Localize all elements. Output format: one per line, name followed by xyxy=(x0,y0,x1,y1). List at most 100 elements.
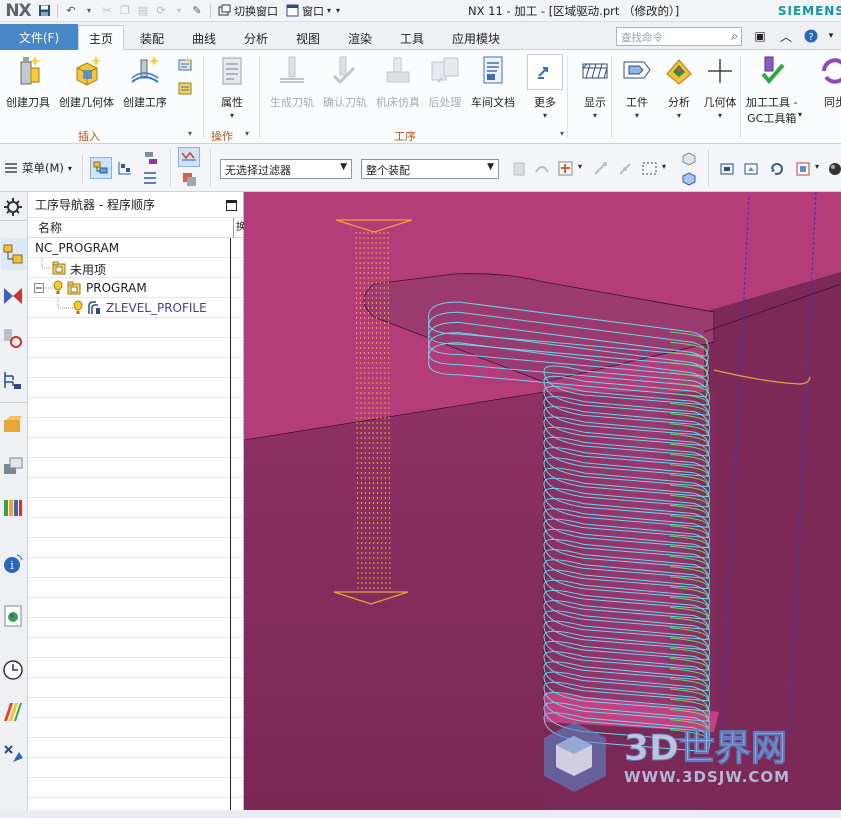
properties-button[interactable]: 属性 ▾ xyxy=(215,54,249,120)
part-model-view[interactable]: 3D世界网 WWW.3DSJW.COM xyxy=(244,192,841,810)
save-icon[interactable] xyxy=(36,3,52,19)
resource-bar-settings-icon[interactable] xyxy=(1,195,25,219)
workpiece-button[interactable]: 工件 ▾ xyxy=(620,54,654,120)
render-style-icon[interactable] xyxy=(826,160,841,178)
rotate-icon[interactable] xyxy=(768,160,786,178)
machine-tool-navigator-icon[interactable] xyxy=(1,284,25,308)
shop-documentation-button[interactable]: 车间文档 xyxy=(471,54,515,110)
tab-assembly[interactable]: 装配 xyxy=(130,26,174,50)
zoom-icon[interactable] xyxy=(743,160,761,178)
geometry-dropdown-icon[interactable]: ▾ xyxy=(718,111,722,120)
switch-window-button[interactable]: 切换窗口 xyxy=(218,3,278,19)
help-icon[interactable]: ? xyxy=(803,27,819,45)
select-method-dropdown-icon[interactable]: ▾ xyxy=(662,162,666,171)
nx-logo: NX xyxy=(5,0,31,21)
undo-icon[interactable]: ↶ xyxy=(63,3,79,19)
analysis-dropdown-icon[interactable]: ▾ xyxy=(677,111,681,120)
display-button[interactable]: 显示 ▾ xyxy=(578,54,612,120)
sync-button[interactable]: 同步 xyxy=(818,54,841,110)
reuse-library-icon[interactable] xyxy=(1,412,25,436)
navigator-tree: NC_PROGRAM 未用项 PROGRAM ZLEVEL_PROFILE xyxy=(28,238,243,818)
selection-scope-select[interactable]: 整个装配 ▼ xyxy=(361,159,499,179)
command-search-input[interactable]: 查找命令 ⌕ xyxy=(616,27,742,46)
snap-point-icon[interactable] xyxy=(557,160,575,178)
info-icon[interactable]: i xyxy=(1,552,25,576)
tab-analysis[interactable]: 分析 xyxy=(234,26,278,50)
touch-mode-icon[interactable]: ✎ xyxy=(189,3,205,19)
group-insert[interactable]: 插入 xyxy=(78,128,100,144)
tab-render[interactable]: 渲染 xyxy=(338,26,382,50)
create-method-icon[interactable] xyxy=(177,56,193,72)
minimize-ribbon-icon[interactable]: ︿ xyxy=(778,27,794,45)
title-bar: NX ↶ ▾ ✂ ❐ ▤ ⟳ ▾ ✎ 切换窗口 窗口 ▾ ▾ NX 11 - 加… xyxy=(0,0,841,22)
fit-view-icon[interactable] xyxy=(718,160,736,178)
history-icon[interactable] xyxy=(1,658,25,682)
tab-application[interactable]: 应用模块 xyxy=(442,26,510,50)
tree-row-program[interactable]: PROGRAM xyxy=(28,278,243,298)
tree-row-unused-items[interactable]: 未用项 xyxy=(28,258,243,278)
tab-view[interactable]: 视图 xyxy=(286,26,330,50)
group-insert-expand-icon[interactable]: ▾ xyxy=(188,129,192,138)
geometry-button[interactable]: 几何体 ▾ xyxy=(703,54,737,120)
snap-dropdown-icon[interactable]: ▾ xyxy=(578,162,582,171)
orient-view-icon[interactable] xyxy=(794,160,812,178)
web-browser-icon[interactable] xyxy=(1,604,25,628)
group-operations[interactable]: 操作 xyxy=(211,128,233,144)
machine-tool-view-icon[interactable] xyxy=(116,159,134,177)
create-geometry-button[interactable]: 创建几何体 xyxy=(59,54,114,110)
component-select-icon[interactable] xyxy=(680,170,698,188)
more-dropdown-icon[interactable]: ▾ xyxy=(543,111,547,120)
window-menu-button[interactable]: 窗口 ▾ ▾ xyxy=(286,3,340,19)
customize-icon[interactable]: ▾ xyxy=(336,6,340,15)
tool-display-icon[interactable] xyxy=(180,170,198,188)
watermark: 3D世界网 WWW.3DSJW.COM xyxy=(544,722,789,792)
postprocess-icon xyxy=(431,57,459,83)
graphics-window[interactable]: 3D世界网 WWW.3DSJW.COM xyxy=(244,192,841,810)
hd3d-tools-icon[interactable] xyxy=(1,454,25,478)
machining-feature-navigator-icon[interactable] xyxy=(1,326,25,350)
create-operation-icon xyxy=(131,56,160,83)
create-program-icon[interactable] xyxy=(177,80,193,96)
analysis-button[interactable]: 分析 ▾ xyxy=(662,54,696,120)
group-operation-expand-icon[interactable]: ▾ xyxy=(560,129,564,138)
body-select-icon[interactable] xyxy=(680,150,698,168)
machine-simulation-button: 机床仿真 xyxy=(376,54,420,110)
more-button[interactable]: 更多 ▾ xyxy=(527,54,563,120)
part-navigator-icon[interactable] xyxy=(1,368,25,392)
roles-library-icon[interactable] xyxy=(1,496,25,520)
create-operation-button[interactable]: 创建工序 xyxy=(123,54,167,110)
tab-file[interactable]: 文件(F) xyxy=(0,24,78,50)
system-materials-icon[interactable] xyxy=(1,700,25,724)
gc-toolbox-dropdown-icon[interactable]: ▾ xyxy=(798,110,802,119)
properties-icon xyxy=(222,57,242,85)
tree-row-zlevel-profile[interactable]: ZLEVEL_PROFILE xyxy=(28,298,243,318)
gc-toolbox-button[interactable]: 加工工具 - GC工具箱 xyxy=(746,54,797,126)
show-toolpath-toggle[interactable] xyxy=(178,147,200,167)
group-operation[interactable]: 工序 xyxy=(394,128,416,144)
navigator-column-header[interactable]: 名称 换 xyxy=(28,218,246,238)
tab-curve[interactable]: 曲线 xyxy=(182,26,226,50)
tab-tools[interactable]: 工具 xyxy=(390,26,434,50)
method-view-icon[interactable] xyxy=(141,169,159,187)
rectangle-select-icon[interactable] xyxy=(641,160,659,178)
main-menu-button[interactable]: 菜单(M) ▾ xyxy=(4,160,72,176)
workpiece-dropdown-icon[interactable]: ▾ xyxy=(635,111,639,120)
full-screen-icon[interactable]: ▣ xyxy=(752,27,768,45)
process-studio-icon[interactable] xyxy=(1,742,25,766)
svg-text:?: ? xyxy=(808,32,813,43)
undo-dropdown-icon[interactable]: ▾ xyxy=(81,3,97,19)
group-operations-expand-icon[interactable]: ▾ xyxy=(245,129,249,138)
help-dropdown-icon[interactable]: ▾ xyxy=(823,27,839,45)
type-filter-select[interactable]: 无选择过滤器 ▼ xyxy=(220,159,352,179)
create-tool-button[interactable]: 创建刀具 xyxy=(6,54,50,110)
maximize-icon[interactable] xyxy=(226,200,237,211)
geometry-view-icon[interactable] xyxy=(141,149,159,167)
navigator-column-toolchange[interactable]: 换 xyxy=(233,218,246,238)
display-dropdown-icon[interactable]: ▾ xyxy=(593,111,597,120)
properties-dropdown-icon[interactable]: ▾ xyxy=(230,111,234,120)
operation-navigator-view-button[interactable] xyxy=(90,157,112,179)
orient-dropdown-icon[interactable]: ▾ xyxy=(815,162,819,171)
tab-home[interactable]: 主页 xyxy=(78,25,125,50)
operation-navigator-icon[interactable] xyxy=(1,242,25,266)
tree-row-nc-program[interactable]: NC_PROGRAM xyxy=(28,238,243,258)
